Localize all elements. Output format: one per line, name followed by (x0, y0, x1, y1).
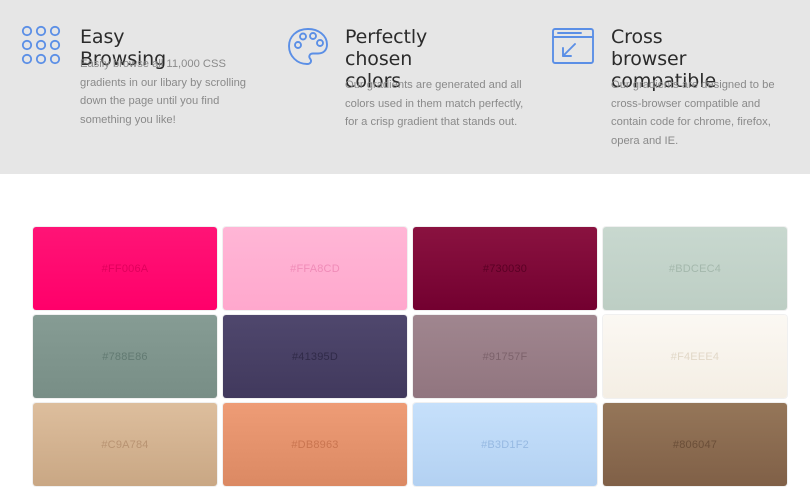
gradient-swatch[interactable]: #806047 (603, 403, 787, 486)
gradient-swatch[interactable]: #B3D1F2 (413, 403, 597, 486)
gradient-color-code: #730030 (482, 262, 528, 275)
gradient-color-code: #C9A784 (101, 438, 149, 451)
gradient-swatch[interactable]: #41395D (223, 315, 407, 398)
gradient-color-code: #BDCEC4 (668, 262, 722, 275)
gradient-color-code: #806047 (672, 438, 718, 451)
gradient-swatch[interactable]: #730030 (413, 227, 597, 310)
gradient-swatch[interactable]: #91757F (413, 315, 597, 398)
gradient-swatch[interactable]: #788E86 (33, 315, 217, 398)
feature-description: Our gradients are generated and all colo… (345, 79, 524, 128)
gradient-color-code: #FFA8CD (290, 262, 340, 275)
gradient-swatch[interactable]: #DB8963 (223, 403, 407, 486)
gradient-swatch[interactable]: #FFA8CD (223, 227, 407, 310)
gradient-swatch[interactable]: #FF006A (33, 227, 217, 310)
gradient-color-code: #F4EEE4 (670, 350, 720, 363)
gradient-color-code: #788E86 (102, 350, 148, 363)
palette-icon (286, 26, 330, 73)
gradient-color-code: #FF006A (101, 262, 149, 275)
gradient-color-code: #DB8963 (291, 438, 339, 451)
browser-window-icon (551, 27, 595, 70)
grid-dots-icon (21, 25, 63, 72)
features-section: Easy Browsing Easily browse all 11,000 C… (0, 0, 810, 174)
gradient-color-code: #91757F (482, 350, 528, 363)
gradient-color-code: #41395D (291, 350, 339, 363)
gradient-swatch[interactable]: #F4EEE4 (603, 315, 787, 398)
gradient-swatch[interactable]: #C9A784 (33, 403, 217, 486)
gradient-color-code: #B3D1F2 (481, 438, 529, 451)
gradient-swatch[interactable]: #BDCEC4 (603, 227, 787, 310)
feature-description: Our gradients are designed to be cross-b… (611, 79, 775, 147)
feature-description: Easily browse all 11,000 CSS gradients i… (80, 58, 247, 126)
